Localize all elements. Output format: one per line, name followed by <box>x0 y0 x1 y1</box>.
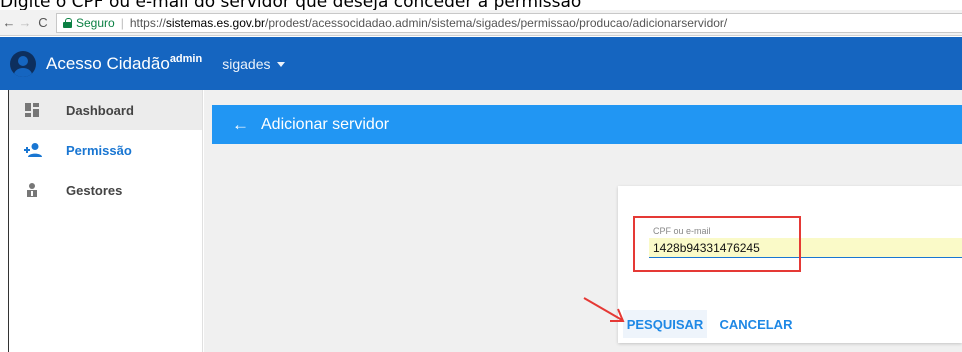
secure-label: Seguro <box>76 15 115 30</box>
manager-icon <box>24 182 40 198</box>
sidebar-item-label: Dashboard <box>66 102 134 118</box>
search-card: CPF ou e-mail PESQUISAR CANCELAR <box>618 186 962 343</box>
sidebar-item-dashboard[interactable]: Dashboard <box>9 90 202 130</box>
user-avatar-icon[interactable] <box>10 50 36 77</box>
sidebar-item-permissao[interactable]: Permissão <box>9 130 202 170</box>
page-toolbar: ← Adicionar servidor <box>212 105 962 144</box>
page-title: Adicionar servidor <box>261 115 390 133</box>
app-title-admin: admin <box>169 53 203 65</box>
url-separator: | <box>120 15 124 30</box>
sidebar: Dashboard Permissão Gestores <box>8 90 203 352</box>
browser-address-bar: ← → C Seguro | https://sistemas.es.gov.b… <box>0 10 962 36</box>
cancel-button[interactable]: CANCELAR <box>716 310 796 338</box>
back-arrow-icon[interactable]: ← <box>2 15 16 30</box>
system-dropdown[interactable]: sigades <box>222 55 286 72</box>
url-path: /prodest/acessocidadao.admin/sistema/sig… <box>265 15 728 30</box>
sidebar-item-label: Gestores <box>66 182 123 198</box>
sidebar-item-gestores[interactable]: Gestores <box>9 170 202 210</box>
caption-text: Digite o CPF ou e-mail do servidor que d… <box>0 0 582 10</box>
app-title[interactable]: Acesso Cidadãoadmin <box>46 53 202 74</box>
lock-icon <box>63 17 72 28</box>
back-arrow-icon[interactable]: ← <box>232 115 249 135</box>
highlight-box <box>633 216 801 272</box>
system-dropdown-label: sigades <box>222 55 271 72</box>
instruction-caption: Digite o CPF ou e-mail do servidor que d… <box>0 0 962 10</box>
forward-arrow-icon[interactable]: → <box>18 15 32 30</box>
reload-icon[interactable]: C <box>36 15 50 30</box>
caret-down-icon <box>277 62 286 67</box>
dashboard-icon <box>24 102 40 118</box>
url-field[interactable]: Seguro | https://sistemas.es.gov.br/prod… <box>56 12 962 33</box>
app-header: Acesso Cidadãoadmin sigades <box>0 37 962 90</box>
highlight-arrow-icon <box>583 297 625 322</box>
url-domain: sistemas.es.gov.br <box>165 15 266 30</box>
sidebar-item-label: Permissão <box>66 142 132 158</box>
add-person-icon <box>24 142 42 158</box>
search-button[interactable]: PESQUISAR <box>623 310 707 338</box>
url-prefix: https:// <box>129 15 166 30</box>
